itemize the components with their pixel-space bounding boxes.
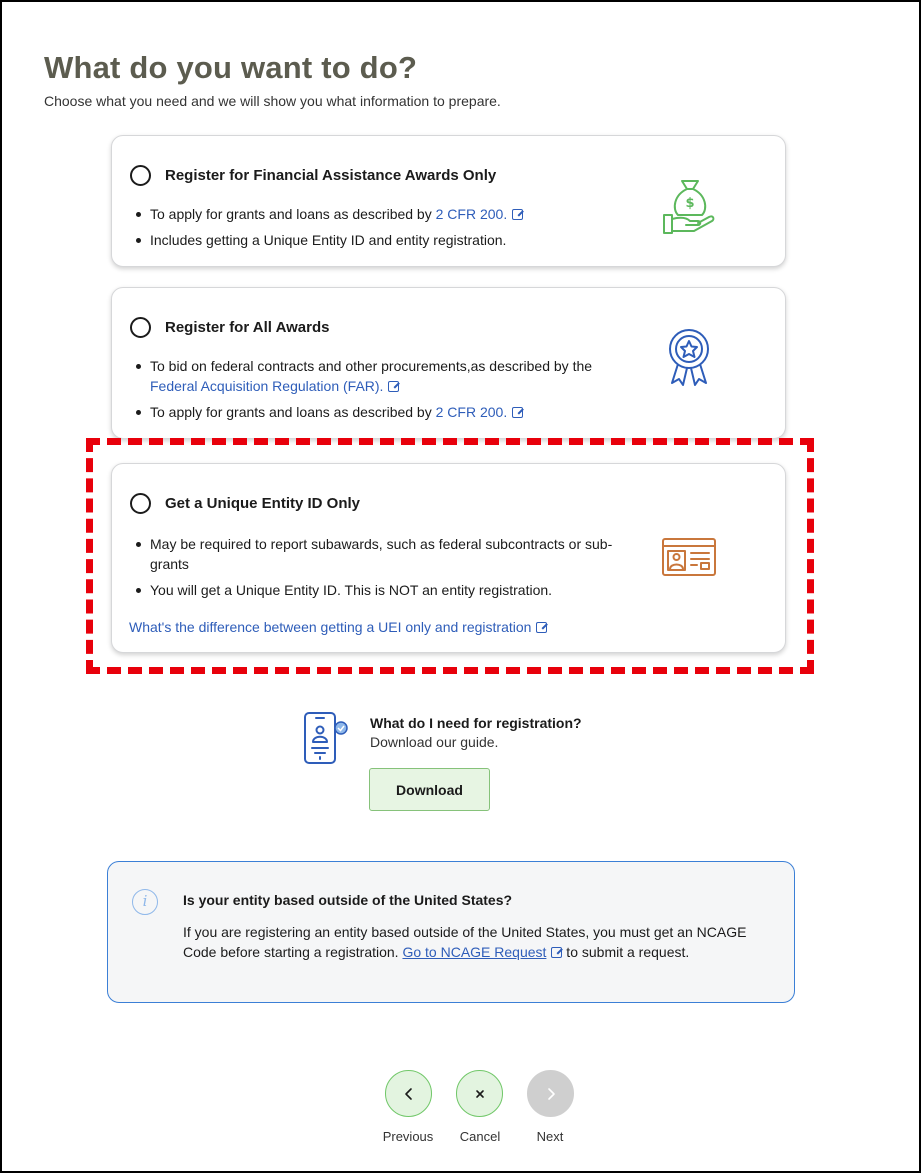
radio-financial-assistance[interactable] <box>130 165 151 186</box>
bullet-item: To bid on federal contracts and other pr… <box>134 356 614 396</box>
next-button[interactable] <box>527 1070 574 1117</box>
page-title: What do you want to do? <box>44 50 418 85</box>
chevron-right-icon <box>547 1087 555 1100</box>
option-card-financial-assistance[interactable]: Register for Financial Assistance Awards… <box>111 135 786 267</box>
money-bag-hand-icon: $ <box>663 180 715 234</box>
option-bullets: To bid on federal contracts and other pr… <box>134 356 614 422</box>
cancel-label: Cancel <box>459 1129 501 1144</box>
award-ribbon-icon <box>669 329 709 386</box>
id-card-icon <box>662 538 716 576</box>
option-title: Register for All Awards <box>165 319 330 336</box>
bullet-item: To apply for grants and loans as describ… <box>134 204 524 224</box>
option-bullets: May be required to report subawards, suc… <box>134 534 614 600</box>
option-title: Register for Financial Assistance Awards… <box>165 167 497 184</box>
option-bullets: To apply for grants and loans as describ… <box>134 204 524 250</box>
external-link-icon <box>388 381 400 392</box>
guide-title: What do I need for registration? <box>370 715 582 731</box>
ncage-request-link[interactable]: Go to NCAGE Request <box>402 944 546 960</box>
external-link-icon <box>536 622 548 633</box>
external-link-icon <box>551 947 563 958</box>
far-link[interactable]: Federal Acquisition Regulation (FAR). <box>150 378 400 394</box>
info-body: If you are registering an entity based o… <box>183 924 747 960</box>
cancel-button[interactable] <box>456 1070 503 1117</box>
download-button[interactable]: Download <box>369 768 490 811</box>
chevron-left-icon <box>404 1087 412 1100</box>
outside-us-info-box: i Is your entity based outside of the Un… <box>107 861 795 1003</box>
previous-button[interactable] <box>385 1070 432 1117</box>
uei-difference-link[interactable]: What's the difference between getting a … <box>129 619 548 635</box>
cfr-200-link[interactable]: 2 CFR 200. <box>436 404 524 420</box>
option-card-all-awards[interactable]: Register for All Awards To bid on federa… <box>111 287 786 439</box>
mobile-guide-icon <box>304 712 348 764</box>
cfr-200-link[interactable]: 2 CFR 200. <box>436 206 524 222</box>
bullet-item: May be required to report subawards, suc… <box>134 534 614 574</box>
option-card-uei-only[interactable]: Get a Unique Entity ID Only May be requi… <box>111 463 786 653</box>
page-subtitle: Choose what you need and we will show yo… <box>44 93 501 109</box>
close-icon <box>475 1089 484 1098</box>
radio-uei-only[interactable] <box>130 493 151 514</box>
svg-text:$: $ <box>685 196 694 211</box>
previous-label: Previous <box>382 1129 434 1144</box>
external-link-icon <box>512 407 524 418</box>
external-link-icon <box>512 209 524 220</box>
bullet-item: Includes getting a Unique Entity ID and … <box>134 230 523 250</box>
bullet-item: You will get a Unique Entity ID. This is… <box>134 580 614 600</box>
info-icon: i <box>132 889 158 915</box>
info-title: Is your entity based outside of the Unit… <box>183 892 513 908</box>
bullet-item: To apply for grants and loans as describ… <box>134 402 614 422</box>
radio-all-awards[interactable] <box>130 317 151 338</box>
next-label: Next <box>536 1129 564 1144</box>
guide-subtitle: Download our guide. <box>370 734 499 750</box>
option-title: Get a Unique Entity ID Only <box>165 495 361 512</box>
